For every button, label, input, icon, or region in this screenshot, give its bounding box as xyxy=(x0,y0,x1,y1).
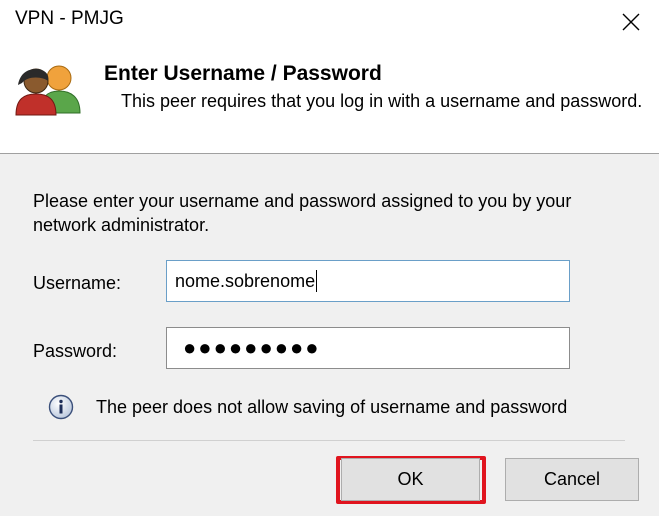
ok-button[interactable]: OK xyxy=(341,458,480,501)
username-input[interactable]: nome.sobrenome xyxy=(166,260,570,302)
window-title: VPN - PMJG xyxy=(15,8,124,29)
password-input[interactable]: ●●●●●●●●● xyxy=(166,327,570,369)
close-icon xyxy=(622,13,640,31)
username-value: nome.sobrenome xyxy=(175,270,316,291)
text-caret xyxy=(316,270,318,292)
info-icon xyxy=(48,394,74,420)
notice-text: The peer does not allow saving of userna… xyxy=(96,397,568,417)
users-icon xyxy=(15,65,81,116)
username-label: Username: xyxy=(33,273,122,293)
header-divider xyxy=(0,153,659,154)
instructions-text: Please enter your username and password … xyxy=(33,191,572,235)
password-label: Password: xyxy=(33,341,118,361)
button-divider xyxy=(33,440,625,441)
title-bar: VPN - PMJG xyxy=(0,0,659,50)
dialog-header: Enter Username / Password This peer requ… xyxy=(0,50,659,153)
password-mask: ●●●●●●●●● xyxy=(183,335,321,360)
header-description: This peer requires that you log in with … xyxy=(121,91,643,111)
cancel-button[interactable]: Cancel xyxy=(505,458,639,501)
header-title: Enter Username / Password xyxy=(104,62,382,85)
close-button[interactable] xyxy=(603,0,659,44)
